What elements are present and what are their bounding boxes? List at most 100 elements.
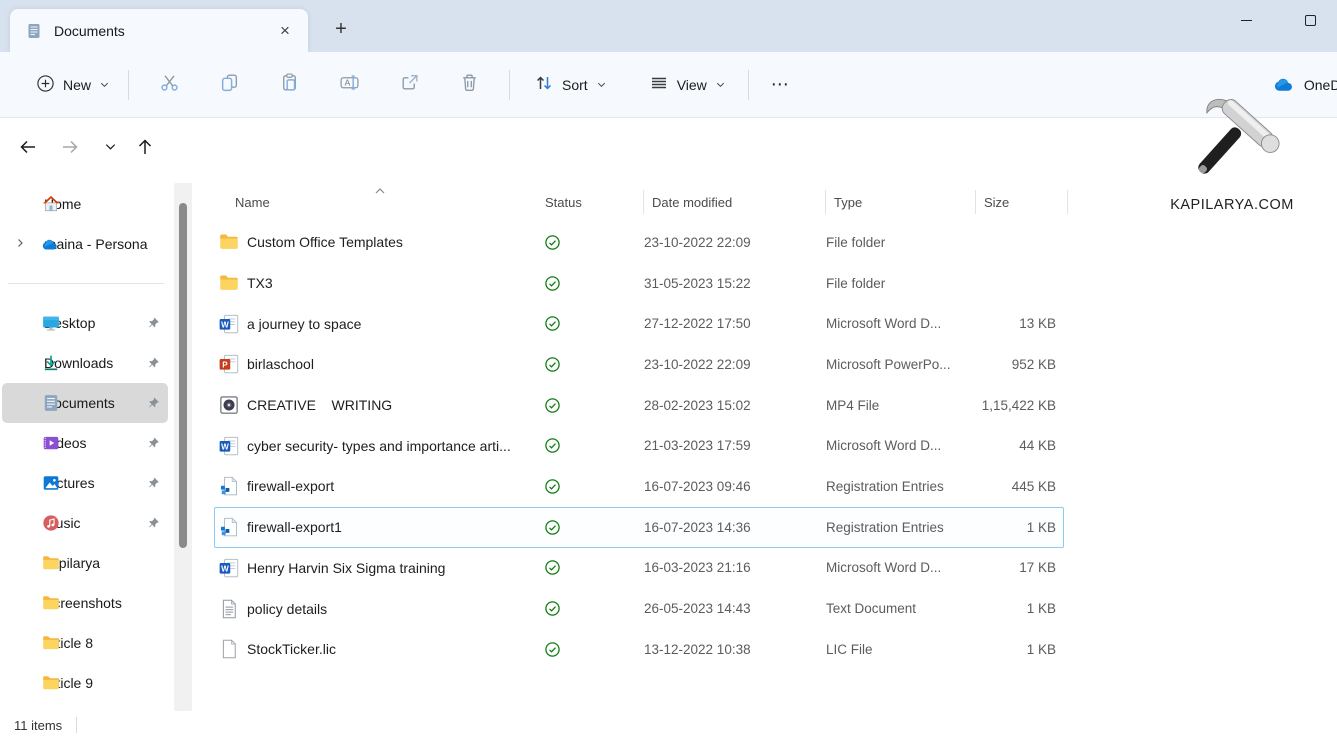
- folder-icon: [219, 232, 239, 252]
- paste-button[interactable]: [267, 65, 311, 105]
- sidebar-item[interactable]: Pictures: [2, 463, 168, 503]
- delete-button[interactable]: [447, 65, 491, 105]
- file-date-modified: 16-07-2023 14:36: [644, 520, 826, 535]
- sidebar-item-label: Home: [44, 196, 168, 212]
- pin-icon: [147, 517, 160, 530]
- sidebar-item[interactable]: Videos: [2, 423, 168, 463]
- pin-icon: [147, 317, 160, 330]
- file-row[interactable]: TX3 31-05-2023 15:22 File folder: [214, 263, 1064, 304]
- copy-button[interactable]: [207, 65, 251, 105]
- rename-icon: A: [339, 72, 360, 98]
- file-date-modified: 23-10-2022 22:09: [644, 235, 826, 250]
- sidebar-item[interactable]: Downloads: [2, 343, 168, 383]
- powerpoint-icon: P: [219, 354, 239, 374]
- file-row[interactable]: W cyber security- types and importance a…: [214, 425, 1064, 466]
- scrollbar-thumb[interactable]: [179, 203, 187, 548]
- file-row[interactable]: P birlaschool 23-10-2022 22:09 Microsoft…: [214, 344, 1064, 385]
- recent-locations-button[interactable]: [92, 131, 128, 167]
- desktop-icon: [42, 314, 60, 332]
- chevron-down-icon: [596, 79, 607, 90]
- file-date-modified: 16-03-2023 21:16: [644, 560, 826, 575]
- file-type: File folder: [826, 276, 976, 291]
- file-row[interactable]: CREATIVE WRITING 28-02-2023 15:02 MP4 Fi…: [214, 385, 1064, 426]
- onedrive-label: OneDrive: [1304, 77, 1337, 93]
- maximize-button[interactable]: [1295, 5, 1325, 35]
- see-more-button[interactable]: ⋯: [757, 68, 804, 101]
- onedrive-status[interactable]: OneDrive: [1274, 52, 1337, 118]
- sidebar-item[interactable]: raaina - Persona: [2, 224, 168, 264]
- sidebar-item[interactable]: Desktop: [2, 303, 168, 343]
- file-name: firewall-export: [247, 478, 538, 494]
- trash-icon: [459, 72, 480, 98]
- file-rows: Custom Office Templates 23-10-2022 22:09…: [192, 222, 1337, 670]
- registry-icon: [219, 517, 239, 537]
- navigation-pane: Home raaina - Persona Desktop: [0, 180, 174, 712]
- file-name: Henry Harvin Six Sigma training: [247, 560, 538, 576]
- column-header[interactable]: Status: [537, 190, 643, 214]
- sidebar-item[interactable]: Documents: [2, 383, 168, 423]
- new-button[interactable]: New: [26, 66, 120, 104]
- sidebar-item[interactable]: Music: [2, 503, 168, 543]
- file-date-modified: 26-05-2023 14:43: [644, 601, 826, 616]
- sync-ok-icon: [538, 397, 644, 414]
- sidebar-item[interactable]: article 9: [2, 663, 168, 703]
- arrow-up-icon: [135, 137, 155, 162]
- media-icon: [219, 395, 239, 415]
- folder-icon: [42, 594, 60, 612]
- file-size: 17 KB: [976, 560, 1065, 575]
- tab-close-button[interactable]: ×: [272, 18, 298, 44]
- minimize-button[interactable]: [1231, 5, 1261, 35]
- file-size: 1 KB: [976, 520, 1065, 535]
- view-button[interactable]: View: [639, 65, 736, 104]
- file-row[interactable]: firewall-export 16-07-2023 09:46 Registr…: [214, 466, 1064, 507]
- sync-ok-icon: [538, 559, 644, 576]
- sync-ok-icon: [538, 600, 644, 617]
- svg-text:W: W: [221, 442, 229, 451]
- file-row[interactable]: W a journey to space 27-12-2022 17:50 Mi…: [214, 303, 1064, 344]
- sidebar-item[interactable]: Screenshots: [2, 583, 168, 623]
- column-header[interactable]: Size: [975, 190, 1068, 214]
- sidebar-item[interactable]: article 8: [2, 623, 168, 663]
- column-header[interactable]: Type: [825, 190, 975, 214]
- view-button-label: View: [677, 77, 707, 93]
- sort-button[interactable]: Sort: [524, 65, 617, 104]
- sidebar-item[interactable]: kapilarya: [2, 543, 168, 583]
- maximize-icon: [1305, 15, 1316, 26]
- sidebar-scrollbar[interactable]: [174, 183, 192, 711]
- file-size: 1 KB: [976, 642, 1065, 657]
- sort-arrows-icon: [534, 73, 554, 96]
- back-button[interactable]: [10, 131, 46, 167]
- file-row[interactable]: firewall-export1 16-07-2023 14:36 Regist…: [214, 507, 1064, 548]
- expand-chevron-icon[interactable]: [14, 236, 26, 252]
- file-type: LIC File: [826, 642, 976, 657]
- file-explorer-window: Documents × + New A: [0, 0, 1337, 739]
- doc-blue-icon: [42, 394, 60, 412]
- toolbar-separator: [509, 70, 510, 100]
- window-controls: [1231, 0, 1331, 40]
- new-tab-button[interactable]: +: [326, 14, 356, 44]
- file-row[interactable]: policy details 26-05-2023 14:43 Text Doc…: [214, 588, 1064, 629]
- up-button[interactable]: [127, 131, 163, 167]
- file-row[interactable]: Custom Office Templates 23-10-2022 22:09…: [214, 222, 1064, 263]
- file-name: TX3: [247, 275, 538, 291]
- sidebar-item[interactable]: Home: [2, 184, 168, 224]
- music-icon: [42, 514, 60, 532]
- file-name: firewall-export1: [247, 519, 538, 535]
- file-name: birlaschool: [247, 356, 538, 372]
- file-size: 1,15,422 KB: [976, 398, 1065, 413]
- svg-text:W: W: [221, 320, 229, 329]
- share-button[interactable]: [387, 65, 431, 105]
- file-row[interactable]: StockTicker.lic 13-12-2022 10:38 LIC Fil…: [214, 629, 1064, 670]
- cut-button[interactable]: [147, 65, 191, 105]
- sidebar-divider: [8, 283, 164, 284]
- item-count: 11 items: [14, 718, 62, 733]
- file-row[interactable]: W Henry Harvin Six Sigma training 16-03-…: [214, 548, 1064, 589]
- explorer-tab-documents[interactable]: Documents ×: [10, 9, 308, 52]
- sort-button-label: Sort: [562, 77, 588, 93]
- file-name: cyber security- types and importance art…: [247, 438, 538, 454]
- sidebar-item-label: article 9: [44, 675, 168, 691]
- column-header[interactable]: Date modified: [643, 190, 825, 214]
- file-date-modified: 27-12-2022 17:50: [644, 316, 826, 331]
- forward-button[interactable]: [52, 131, 88, 167]
- rename-button[interactable]: A: [327, 65, 371, 105]
